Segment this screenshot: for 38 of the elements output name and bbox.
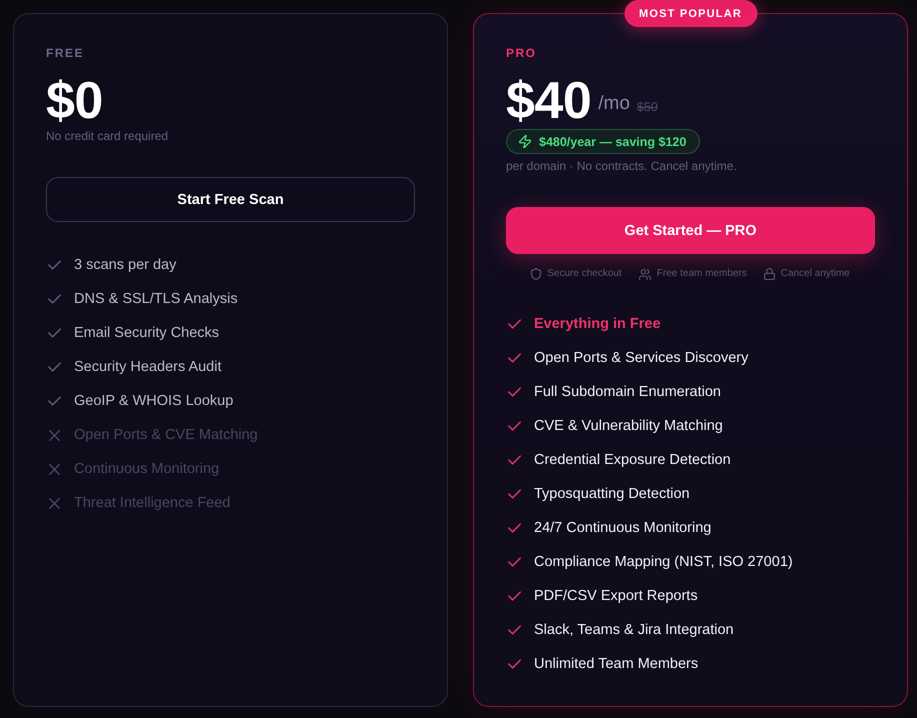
feature-text: Typosquatting Detection xyxy=(534,485,690,504)
feature-text: Continuous Monitoring xyxy=(74,460,220,479)
lock-icon xyxy=(764,268,775,280)
cta-button[interactable]: Start Free Scan xyxy=(46,177,415,222)
feature-text: 24/7 Continuous Monitoring xyxy=(534,519,712,538)
trust-text: Secure checkout xyxy=(547,267,622,281)
feature-text: Full Subdomain Enumeration xyxy=(534,383,721,402)
plan-note: No credit card required xyxy=(46,128,170,144)
feature-text: Security Headers Audit xyxy=(74,358,222,377)
shield-icon xyxy=(531,268,542,280)
old-price: $50 xyxy=(636,100,658,114)
plan-name: FREE xyxy=(46,46,86,60)
feature-text: Credential Exposure Detection xyxy=(534,451,731,470)
price-period: /mo xyxy=(598,93,630,115)
feature-text: Unlimited Team Members xyxy=(534,655,698,674)
plan-name: PRO xyxy=(506,46,538,60)
trust-text: Cancel anytime xyxy=(780,267,850,281)
feature-text: Email Security Checks xyxy=(74,324,220,343)
plan-price: $40 xyxy=(506,75,592,127)
trust-text: Free team members xyxy=(656,267,747,281)
feature-text: Open Ports & Services Discovery xyxy=(534,349,748,368)
lightning-icon xyxy=(519,135,531,148)
feature-text: 3 scans per day xyxy=(74,256,176,275)
people-icon xyxy=(638,268,651,280)
plan-note: per domain · No contracts. Cancel anytime. xyxy=(506,158,738,174)
feature-text: Compliance Mapping (NIST, ISO 27001) xyxy=(534,553,793,572)
feature-text: Open Ports & CVE Matching xyxy=(74,426,258,445)
feature-text: PDF/CSV Export Reports xyxy=(534,587,698,606)
feature-text: DNS & SSL/TLS Analysis xyxy=(74,290,238,309)
feature-text: CVE & Vulnerability Matching xyxy=(534,417,723,436)
feature-text: Everything in Free xyxy=(534,315,661,334)
savings-text: $480/year — saving $120 xyxy=(539,134,686,148)
plan-price: $0 xyxy=(46,75,103,127)
popular-badge: MOST POPULAR xyxy=(624,0,757,27)
cta-button[interactable]: Get Started — PRO xyxy=(506,207,875,254)
feature-text: GeoIP & WHOIS Lookup xyxy=(74,392,234,411)
feature-text: Threat Intelligence Feed xyxy=(74,494,230,513)
feature-text: Slack, Teams & Jira Integration xyxy=(534,621,734,640)
